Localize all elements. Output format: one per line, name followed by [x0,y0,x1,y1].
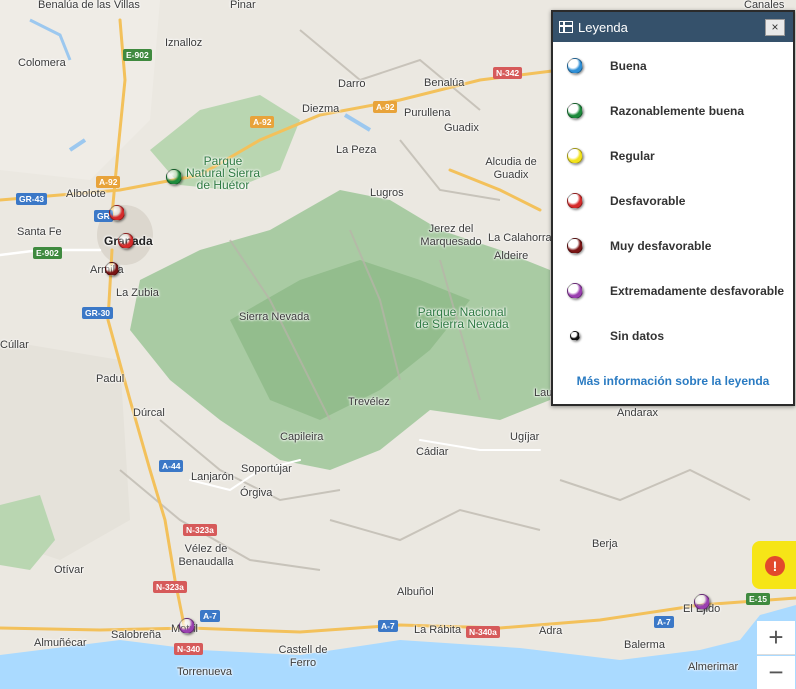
place-label: Iznalloz [165,37,203,49]
place-label: La Peza [336,144,377,156]
legend-more-info-link[interactable]: Más información sobre la leyenda [553,374,793,388]
park-label: Parque Natural Sierra de Huétor [185,154,261,192]
alert-button[interactable]: ! [752,541,796,589]
place-label: Jerez del Marquesado [420,223,482,248]
place-label: Berja [592,538,618,550]
legend-panel: Leyenda × Buena Razonablemente buena Reg… [551,10,795,406]
road-shield: N-323a [153,581,187,593]
legend-item-razonablemente-buena: Razonablemente buena [553,99,793,123]
place-label: Diezma [302,103,340,115]
place-label: Almerimar [688,661,739,673]
legend-label: Regular [610,149,655,163]
place-label: Castell de Ferro [278,644,328,669]
road-shield: A-92 [373,101,398,113]
place-label: Otívar [54,564,84,576]
place-label: Guadix [444,122,479,134]
legend-swatch [567,103,583,119]
place-label: Darro [338,78,366,90]
place-label: Pinar [230,0,256,11]
place-label: Aldeire [494,250,529,262]
place-label: Purullena [404,107,451,119]
place-label: Órgiva [240,487,273,499]
road-shield: GR-30 [82,307,114,319]
legend-swatch [567,283,583,299]
legend-swatch [570,331,580,341]
legend-label: Extremadamente desfavorable [610,284,785,298]
place-label: La Rábita [414,624,462,636]
legend-item-buena: Buena [553,54,793,78]
place-label: Lanjarón [191,471,234,483]
legend-label: Razonablemente buena [610,104,745,118]
place-label: La Calahorra [488,232,552,244]
legend-label: Buena [610,59,647,73]
place-label: Albolote [66,188,106,200]
alert-icon: ! [765,556,785,576]
road-shield: N-323a [183,524,217,536]
place-label: Almuñécar [34,637,87,649]
legend-swatch [567,193,583,209]
station-marker[interactable] [179,618,195,634]
road-shield: A-92 [96,176,121,188]
station-marker[interactable] [118,233,134,249]
table-icon [559,21,573,33]
place-label: Dúrcal [133,407,165,419]
place-label: Benalúa de las Villas [38,0,140,11]
road-shield: A-7 [200,610,220,622]
station-marker[interactable] [105,262,119,276]
place-label: Cádiar [416,446,449,458]
road-shield: N-342 [493,67,523,79]
legend-swatch [567,238,583,254]
place-label: Adra [539,625,563,637]
legend-item-desfavorable: Desfavorable [553,189,793,213]
place-label: La Zubia [116,287,159,299]
place-label: Alcudia de Guadix [485,156,537,181]
legend-label: Muy desfavorable [610,239,712,253]
place-label: Ugíjar [510,431,540,443]
place-label: Soportújar [241,463,292,475]
road-shield: A-44 [159,460,184,472]
road-shield: E-902 [33,247,62,259]
place-label: Torrenueva [177,666,233,678]
road-shield: A-7 [654,616,674,628]
place-label: Balerma [624,639,665,651]
road-shield: E-902 [123,49,152,61]
station-marker[interactable] [109,205,125,221]
legend-item-extremadamente-desfavorable: Extremadamente desfavorable [553,279,793,303]
place-label: Padul [96,373,125,385]
legend-swatch [567,58,583,74]
place-label: Trevélez [348,396,390,408]
place-label: Salobreña [111,629,162,641]
place-label: Cúllar [0,339,29,351]
legend-item-muy-desfavorable: Muy desfavorable [553,234,793,258]
place-label: Capileira [280,431,324,443]
legend-swatch [567,148,583,164]
legend-item-sin-datos: Sin datos [553,324,793,348]
road-shield: GR-43 [16,193,48,205]
zoom-out-button[interactable]: − [757,656,795,689]
place-label: Lugros [370,187,404,199]
legend-label: Sin datos [610,329,665,343]
close-button[interactable]: × [765,19,785,36]
station-marker[interactable] [694,594,710,610]
road-shield: N-340 [174,643,204,655]
place-label: Sierra Nevada [239,311,310,323]
place-label: Colomera [18,57,66,69]
place-label: Santa Fe [17,226,62,238]
road-shield: A-7 [378,620,398,632]
road-shield: N-340a [466,626,500,638]
legend-title: Leyenda [578,19,628,35]
place-label: Andarax [617,407,658,419]
place-label: Albuñol [397,586,434,598]
legend-header: Leyenda [553,12,793,42]
road-shield: E-15 [746,593,770,605]
park-label: Parque Nacional de Sierra Nevada [415,305,509,331]
legend-label: Desfavorable [610,194,686,208]
legend-item-regular: Regular [553,144,793,168]
station-marker[interactable] [166,169,182,185]
road-shield: A-92 [250,116,275,128]
zoom-in-button[interactable]: + [757,621,795,655]
place-label: Benalúa [424,77,465,89]
place-label: Vélez de Benaudalla [178,543,234,568]
